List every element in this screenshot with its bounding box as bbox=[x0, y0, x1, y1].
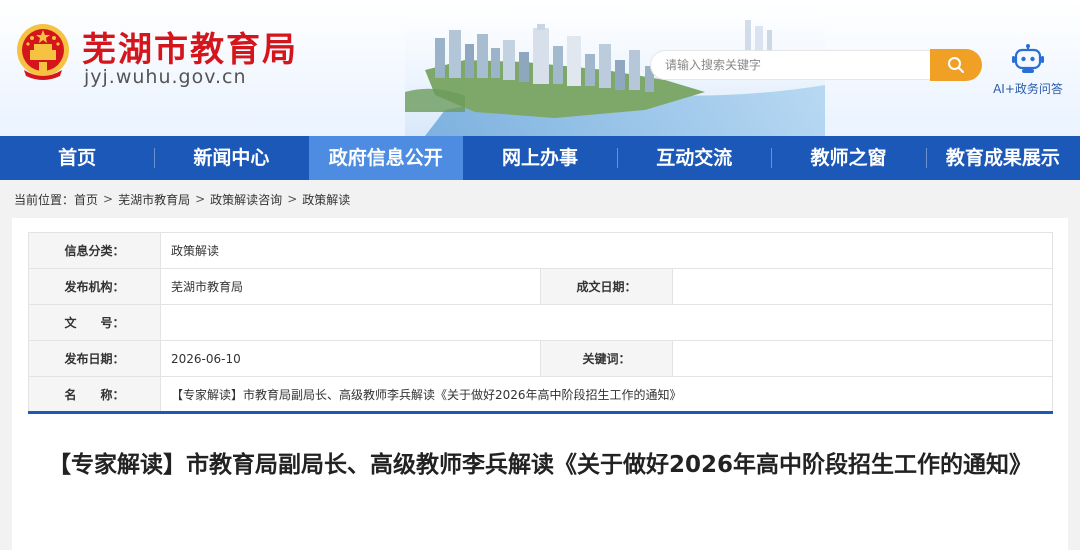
breadcrumb-prefix: 当前位置： bbox=[14, 192, 75, 207]
table-row: 名 称： 【专家解读】市教育局副局长、高级教师李兵解读《关于做好2026年高中阶… bbox=[28, 376, 1054, 414]
ai-assistant-button[interactable]: AI+政务问答 bbox=[990, 44, 1066, 97]
site-title[interactable]: 芜湖市教育局 bbox=[82, 22, 298, 71]
keywords-value bbox=[671, 340, 1054, 377]
doc-date-value bbox=[671, 268, 1054, 305]
nav-item-online-services[interactable]: 网上办事 bbox=[463, 136, 617, 180]
name-value: 【专家解读】市教育局副局长、高级教师李兵解读《关于做好2026年高中阶段招生工作… bbox=[159, 376, 1054, 414]
category-label: 信息分类： bbox=[28, 232, 161, 269]
article-title: 【专家解读】市教育局副局长、高级教师李兵解读《关于做好2026年高中阶段招生工作… bbox=[48, 452, 1033, 478]
breadcrumb: 当前位置： 首页 > 芜湖市教育局 > 政策解读咨询 > 政策解读 bbox=[0, 180, 1080, 218]
nav-item-interaction[interactable]: 互动交流 bbox=[617, 136, 771, 180]
publish-date-label: 发布日期： bbox=[28, 340, 161, 377]
breadcrumb-separator: > bbox=[195, 192, 206, 206]
table-row: 发布日期： 2026-06-10 关键词： bbox=[28, 340, 1054, 377]
keywords-label: 关键词： bbox=[540, 340, 673, 377]
search-button[interactable] bbox=[930, 49, 982, 81]
robot-icon bbox=[1012, 44, 1044, 73]
search-icon bbox=[948, 57, 964, 73]
doc-date-label: 成文日期： bbox=[540, 268, 673, 305]
doc-number-value bbox=[159, 304, 1054, 341]
breadcrumb-item-policy-interpretation[interactable]: 政策解读 bbox=[302, 191, 350, 208]
article-panel: 信息分类： 政策解读 发布机构： 芜湖市教育局 成文日期： 文 号： 发布日期：… bbox=[12, 218, 1068, 550]
ai-assistant-label: AI+政务问答 bbox=[993, 82, 1063, 96]
search-input[interactable] bbox=[665, 58, 930, 72]
nav-item-home[interactable]: 首页 bbox=[0, 136, 154, 180]
publisher-label: 发布机构： bbox=[28, 268, 161, 305]
breadcrumb-separator: > bbox=[287, 192, 298, 206]
table-row: 发布机构： 芜湖市教育局 成文日期： bbox=[28, 268, 1054, 305]
doc-number-label: 文 号： bbox=[28, 304, 161, 341]
site-header: 芜湖市教育局 jyj.wuhu.gov.cn 请输入搜索关键字 AI+政务问答 bbox=[0, 0, 1080, 136]
search-box[interactable] bbox=[650, 50, 930, 80]
nav-item-gov-info[interactable]: 政府信息公开 bbox=[308, 136, 463, 180]
publisher-value: 芜湖市教育局 bbox=[160, 268, 541, 305]
table-row: 文 号： bbox=[28, 304, 1054, 341]
category-value: 政策解读 bbox=[159, 232, 1054, 269]
table-row: 信息分类： 政策解读 bbox=[28, 232, 1054, 269]
breadcrumb-item-policy-consult[interactable]: 政策解读咨询 bbox=[210, 191, 282, 208]
nav-item-news[interactable]: 新闻中心 bbox=[154, 136, 308, 180]
publish-date-value: 2026-06-10 bbox=[160, 340, 541, 377]
content-area: 信息分类： 政策解读 发布机构： 芜湖市教育局 成文日期： 文 号： 发布日期：… bbox=[0, 218, 1080, 550]
name-label: 名 称： bbox=[28, 376, 161, 414]
breadcrumb-item-home[interactable]: 首页 bbox=[74, 191, 98, 208]
national-emblem-icon bbox=[17, 24, 69, 80]
breadcrumb-separator: > bbox=[103, 192, 114, 206]
breadcrumb-item-bureau[interactable]: 芜湖市教育局 bbox=[118, 191, 190, 208]
main-nav: 首页 新闻中心 政府信息公开 网上办事 互动交流 教师之窗 教育成果展示 bbox=[0, 136, 1080, 180]
info-table: 信息分类： 政策解读 发布机构： 芜湖市教育局 成文日期： 文 号： 发布日期：… bbox=[28, 232, 1054, 414]
nav-item-achievements[interactable]: 教育成果展示 bbox=[925, 136, 1080, 180]
site-domain: jyj.wuhu.gov.cn bbox=[84, 66, 247, 88]
nav-item-teachers[interactable]: 教师之窗 bbox=[771, 136, 925, 180]
